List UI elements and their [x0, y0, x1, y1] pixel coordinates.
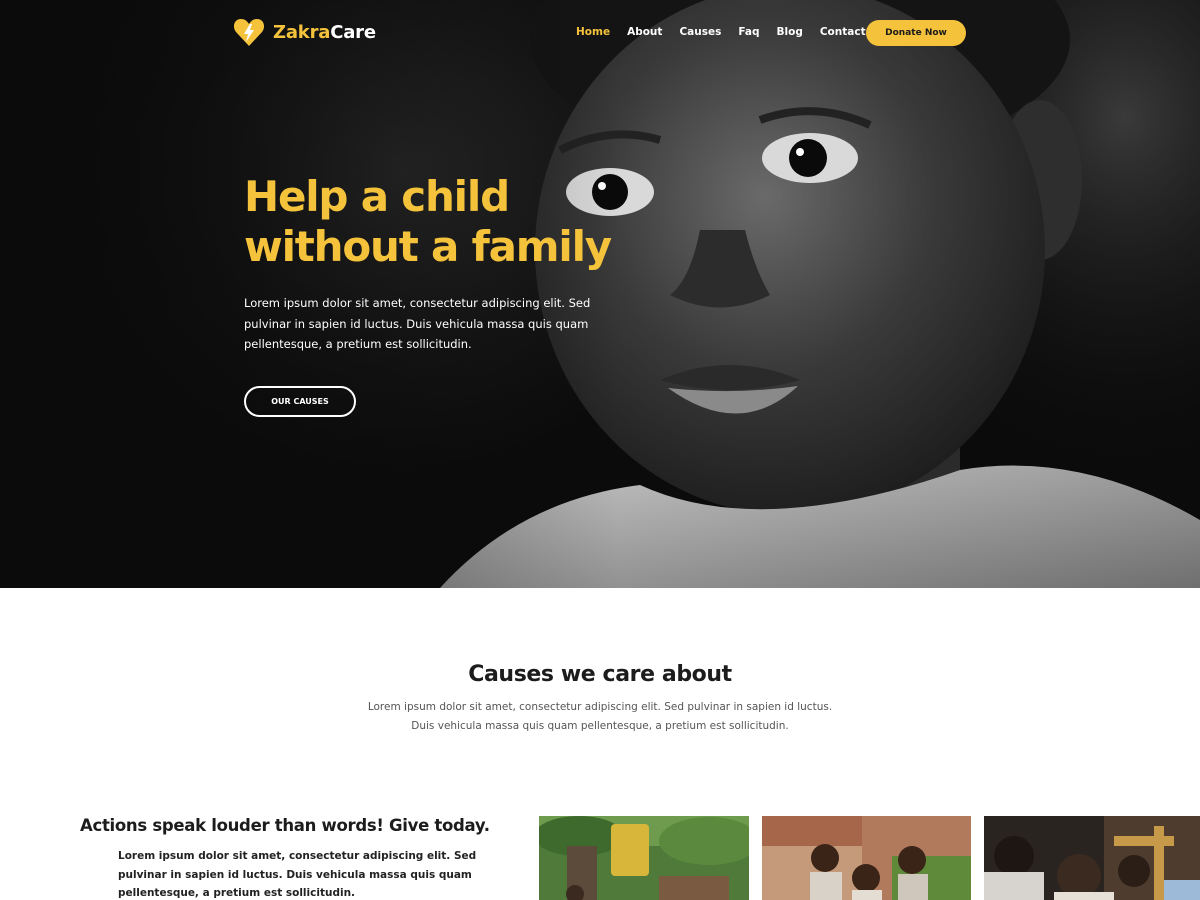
hero-section: ZakraCare Home About Causes Faq Blog Con…: [0, 0, 1200, 588]
nav-item-contact[interactable]: Contact: [820, 26, 866, 38]
logo-text-care: Care: [330, 21, 376, 43]
causes-section-title: Causes we care about: [468, 662, 732, 687]
heart-bolt-icon: [233, 19, 265, 46]
cause-photo-children: [762, 816, 971, 900]
logo-text: ZakraCare: [273, 22, 376, 43]
causes-section-description: Lorem ipsum dolor sit amet, consectetur …: [367, 701, 833, 732]
hero-title: Help a child without a family: [244, 172, 664, 272]
nav-item-causes[interactable]: Causes: [679, 26, 721, 38]
donate-now-button[interactable]: Donate Now: [866, 20, 966, 46]
hero-description: Lorem ipsum dolor sit amet, consectetur …: [244, 296, 591, 351]
nav-item-faq[interactable]: Faq: [738, 26, 759, 38]
cause-photo-classroom: [984, 816, 1200, 900]
cause-image-2[interactable]: [762, 816, 971, 900]
nav-item-home[interactable]: Home: [576, 26, 610, 38]
cause-image-1[interactable]: [539, 816, 749, 900]
actions-description: Lorem ipsum dolor sit amet, consectetur …: [118, 850, 477, 899]
our-causes-button[interactable]: OUR CAUSES: [244, 386, 356, 417]
nav-menu: Home About Causes Faq Blog Contact: [576, 26, 883, 38]
hero-title-line2: without a family: [244, 222, 612, 271]
site-logo[interactable]: ZakraCare: [233, 17, 376, 47]
actions-title: Actions speak louder than words! Give to…: [80, 816, 490, 835]
hero-title-line1: Help a child: [244, 172, 510, 221]
nav-item-blog[interactable]: Blog: [777, 26, 803, 38]
main-navigation: ZakraCare Home About Causes Faq Blog Con…: [0, 0, 1200, 66]
cause-image-3[interactable]: [984, 816, 1200, 900]
cause-photo-village: [539, 816, 749, 900]
logo-text-zakra: Zakra: [273, 21, 331, 43]
nav-item-about[interactable]: About: [627, 26, 662, 38]
